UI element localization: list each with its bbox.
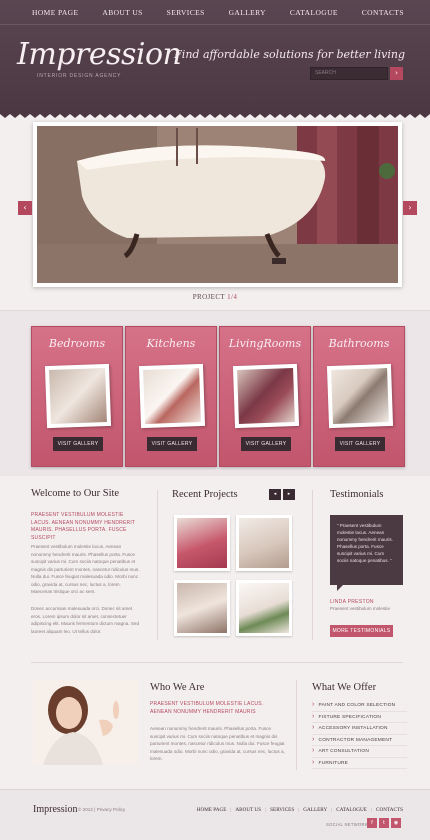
woman-portrait-illustration [33, 680, 138, 765]
footer-nav-separator: | [230, 807, 232, 813]
footer-nav-gallery[interactable]: GALLERY [303, 807, 327, 813]
column-divider [157, 490, 158, 640]
footer-nav-contacts[interactable]: CONTACTS [376, 807, 403, 813]
footer-nav-separator: | [331, 807, 333, 813]
nav-about[interactable]: ABOUT US [102, 0, 142, 24]
column-divider [296, 680, 297, 770]
recent-next-button[interactable]: ▸ [283, 489, 295, 500]
twitter-icon[interactable]: t [379, 818, 389, 828]
recent-project-thumb[interactable] [236, 580, 292, 636]
category-title: Bathrooms [328, 337, 390, 350]
nav-gallery[interactable]: GALLERY [229, 0, 266, 24]
facebook-icon[interactable]: f [367, 818, 377, 828]
who-we-are-title: Who We Are [150, 682, 205, 693]
visit-gallery-button[interactable]: VISIT GALLERY [53, 437, 103, 451]
offer-list: PAINT AND COLOR SELECTION FIXTURE SPECIF… [312, 700, 407, 769]
visit-gallery-button[interactable]: VISIT GALLERY [241, 437, 291, 451]
nav-contacts[interactable]: CONTACTS [362, 0, 404, 24]
testimonial-bubble: “ Praesent vestibulum molestie lacus. Ae… [330, 515, 403, 585]
site-slogan: Find affordable solutions for better liv… [174, 48, 405, 61]
who-we-are-body: Aenean nonummy hendrerit mauris. Phasell… [150, 726, 285, 761]
who-we-are-lead: PRAESENT VESTIBULUM MOLESTIE LACUS. AENE… [150, 701, 264, 715]
recent-project-thumb[interactable] [174, 580, 230, 636]
chevron-left-icon: ◂ [273, 491, 277, 497]
bathtub-illustration [37, 126, 398, 283]
what-we-offer-title: What We Offer [312, 682, 377, 693]
nav-home[interactable]: HOME PAGE [32, 0, 78, 24]
main-nav: HOME PAGE ABOUT US SERVICES GALLERY CATA… [0, 0, 430, 25]
offer-item-fixture[interactable]: FIXTURE SPECIFICATION [312, 712, 407, 723]
welcome-paragraph-2: Donec accumsan malesuada orci. Donec sit… [31, 606, 140, 634]
slider-next-button[interactable]: › [403, 201, 417, 215]
nav-catalogue[interactable]: CATALOGUE [290, 0, 338, 24]
recent-project-thumb[interactable] [236, 515, 292, 571]
footer-copyright[interactable]: © 2012 | Privacy Policy [78, 807, 125, 812]
category-card-bathrooms[interactable]: Bathrooms VISIT GALLERY [313, 326, 405, 467]
slider-counter-label: PROJECT [192, 293, 225, 301]
testimonial-role: Praesent vestibulum molestie [330, 606, 391, 611]
category-photo [138, 363, 206, 429]
footer-nav-separator: | [298, 807, 300, 813]
column-divider [312, 490, 313, 640]
category-photo [44, 363, 112, 429]
testimonials-title: Testimonials [330, 489, 384, 500]
search-input[interactable]: SEARCH [310, 67, 388, 80]
footer-nav-about[interactable]: ABOUT US [235, 807, 261, 813]
site-logo[interactable]: Impression [17, 37, 182, 72]
visit-gallery-button[interactable]: VISIT GALLERY [335, 437, 385, 451]
site-tagline: INTERIOR DESIGN AGENCY [37, 73, 122, 79]
category-card-kitchens[interactable]: Kitchens VISIT GALLERY [125, 326, 217, 467]
category-photo [326, 363, 394, 429]
welcome-lead: PRAESENT VESTIBULUM MOLESTIE LACUS. AENE… [31, 512, 136, 541]
nav-services[interactable]: SERVICES [167, 0, 205, 24]
offer-item-paint[interactable]: PAINT AND COLOR SELECTION [312, 700, 407, 712]
category-title: Kitchens [146, 337, 196, 350]
footer-logo[interactable]: Impression [33, 804, 77, 815]
category-title: Bedrooms [48, 337, 106, 350]
slider-frame [33, 122, 402, 287]
chevron-right-icon: › [408, 203, 412, 212]
testimonial-tip [337, 585, 343, 591]
offer-item-contractor[interactable]: CONTRACTOR MANAGEMENT [312, 735, 407, 746]
offer-item-accessory[interactable]: ACCESSORY INSTALLATION [312, 723, 407, 735]
header-zigzag-edge [0, 112, 430, 118]
search-button[interactable]: › [390, 67, 403, 80]
section-divider [31, 662, 403, 663]
arrow-right-icon: › [395, 69, 398, 77]
slider-prev-button[interactable]: ‹ [18, 201, 32, 215]
slider-counter: PROJECT 1/4 [0, 293, 430, 301]
site-header: HOME PAGE ABOUT US SERVICES GALLERY CATA… [0, 0, 430, 112]
category-title: LivingRooms [228, 337, 302, 350]
footer-nav-separator: | [370, 807, 373, 813]
offer-item-art[interactable]: ART CONSULTATION [312, 746, 407, 758]
testimonial-author: LINDA PRESTON [330, 599, 374, 605]
social-network-label: SOCIAL NETWORK [326, 822, 368, 827]
testimonial-quote: “ Praesent vestibulum molestie lacus. Ae… [337, 523, 393, 563]
welcome-title: Welcome to Our Site [31, 488, 120, 499]
footer-nav: HOME PAGE | ABOUT US | SERVICES | GALLERY | … [197, 807, 403, 813]
footer-nav-separator: | [265, 807, 267, 813]
chevron-left-icon: ‹ [23, 203, 27, 212]
more-testimonials-button[interactable]: MORE TESTIMONIALS [330, 625, 393, 637]
chevron-right-icon: ▸ [287, 491, 291, 497]
welcome-paragraph-1: Praesent vestibulum molestie lacus. Aene… [31, 544, 140, 594]
footer-nav-home[interactable]: HOME PAGE [197, 807, 227, 813]
recent-projects-title: Recent Projects [172, 489, 238, 500]
recent-project-thumb[interactable] [174, 515, 230, 571]
who-we-are-photo [33, 680, 138, 765]
offer-item-furniture[interactable]: FURNITURE [312, 758, 407, 769]
feed-icon[interactable]: ◉ [391, 818, 401, 828]
slider-counter-value: 1/4 [227, 293, 238, 301]
category-card-bedrooms[interactable]: Bedrooms VISIT GALLERY [31, 326, 123, 467]
recent-prev-button[interactable]: ◂ [269, 489, 281, 500]
visit-gallery-button[interactable]: VISIT GALLERY [147, 437, 197, 451]
slider-image-bathtub [37, 126, 398, 283]
footer-nav-services[interactable]: SERVICES [270, 807, 294, 813]
category-card-living-rooms[interactable]: LivingRooms VISIT GALLERY [219, 326, 311, 467]
footer-nav-catalogue[interactable]: CATALOGUE [336, 807, 367, 813]
category-photo [232, 363, 300, 429]
